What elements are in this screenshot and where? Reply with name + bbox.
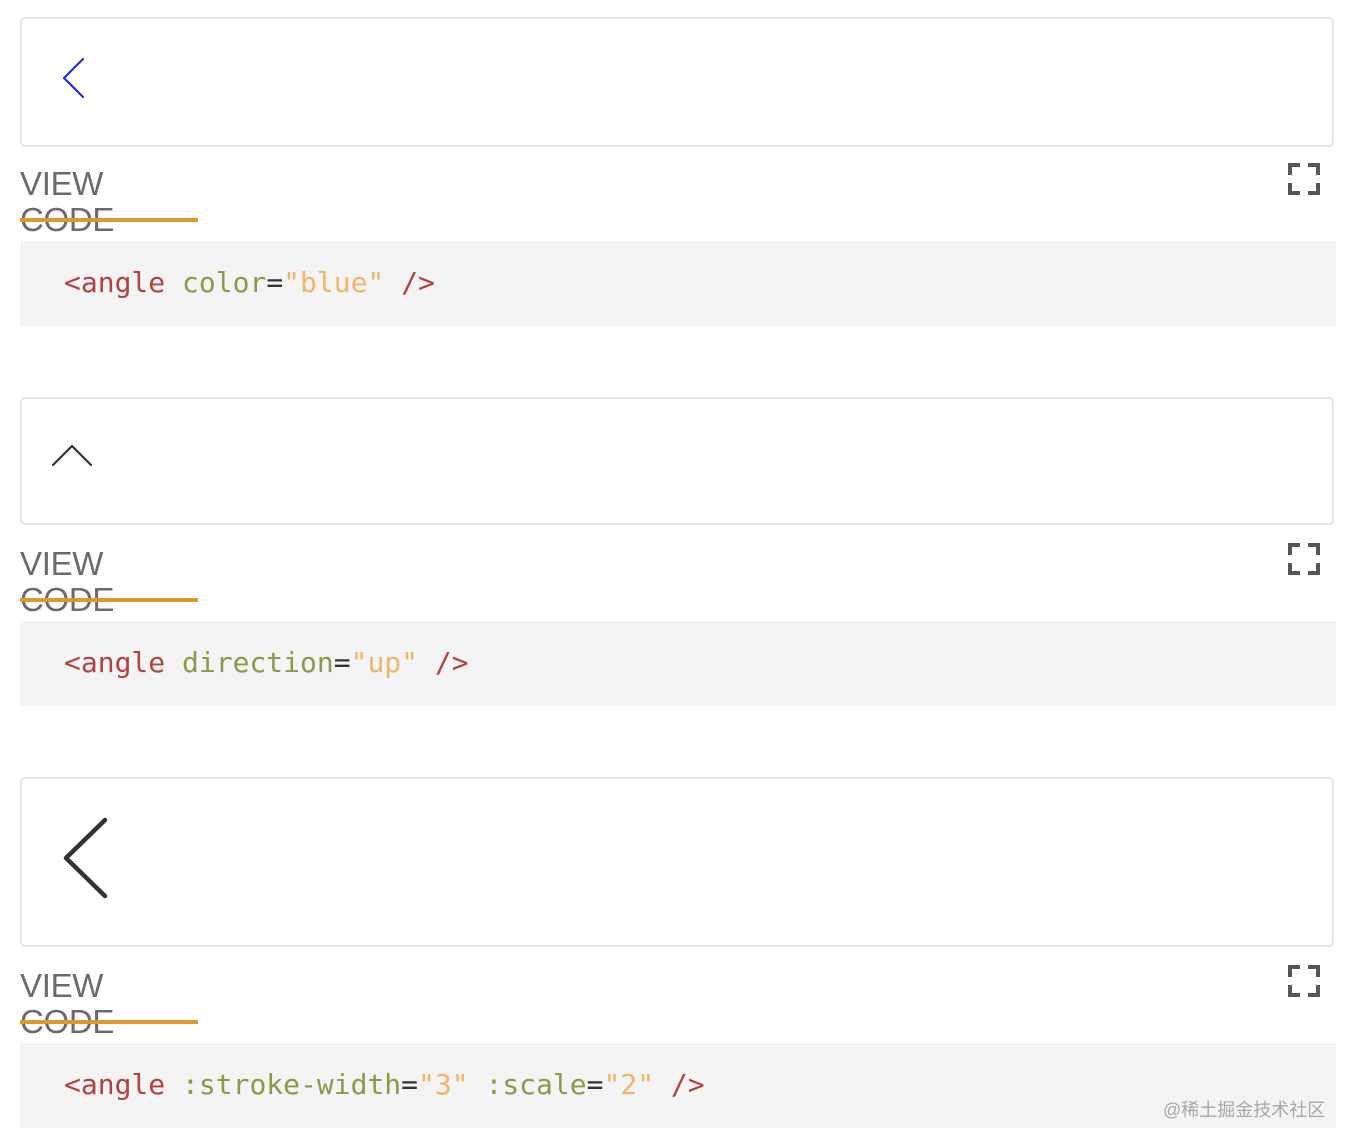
code-attr-value: "blue" xyxy=(283,266,385,299)
code-block-2: <angle direction="up" /> xyxy=(20,621,1336,706)
code-block-1: <angle color="blue" /> xyxy=(20,241,1336,326)
fullscreen-button-2[interactable] xyxy=(1288,543,1320,575)
code-attr-name: :scale xyxy=(485,1068,587,1101)
angle-left-icon xyxy=(62,57,85,99)
code-equals: = xyxy=(333,646,351,679)
code-attr-name: color xyxy=(182,266,267,299)
fullscreen-button-3[interactable] xyxy=(1288,965,1320,997)
code-attr-value: "3" xyxy=(418,1068,469,1101)
demo-preview-2 xyxy=(20,397,1334,525)
angle-left-large-icon xyxy=(63,817,108,899)
fullscreen-icon xyxy=(1288,543,1320,575)
code-tag-close: /> xyxy=(434,646,469,679)
code-attr-name: direction xyxy=(182,646,334,679)
view-code-tab-1[interactable]: VIEW CODE xyxy=(20,166,198,238)
code-equals: = xyxy=(266,266,284,299)
code-line-2: <angle direction="up" /> xyxy=(64,643,469,683)
fullscreen-button-1[interactable] xyxy=(1288,163,1320,195)
code-line-3: <angle :stroke-width="3" :scale="2" /> xyxy=(64,1065,705,1105)
demo-preview-1 xyxy=(20,17,1334,147)
view-code-tab-2[interactable]: VIEW CODE xyxy=(20,546,198,618)
view-code-underline-3 xyxy=(20,1020,198,1024)
demo-preview-3 xyxy=(20,777,1334,947)
code-block-3: <angle :stroke-width="3" :scale="2" /> xyxy=(20,1043,1336,1128)
code-tag-open: <angle xyxy=(64,1068,166,1101)
code-tag-open: <angle xyxy=(64,646,166,679)
code-line-1: <angle color="blue" /> xyxy=(64,263,435,303)
view-code-underline-1 xyxy=(20,218,198,222)
code-equals: = xyxy=(586,1068,604,1101)
code-attr-value: "up" xyxy=(350,646,419,679)
code-tag-close: /> xyxy=(401,266,435,299)
angle-up-icon xyxy=(51,444,93,467)
code-attr-value: "2" xyxy=(603,1068,655,1101)
view-code-tab-3[interactable]: VIEW CODE xyxy=(20,968,198,1040)
view-code-underline-2 xyxy=(20,598,198,602)
code-equals: = xyxy=(401,1068,419,1101)
fullscreen-icon xyxy=(1288,163,1320,195)
code-tag-open: <angle xyxy=(64,266,166,299)
watermark: @稀土掘金技术社区 xyxy=(1163,1100,1326,1120)
code-attr-name: :stroke-width xyxy=(182,1068,402,1101)
code-tag-close: /> xyxy=(670,1068,705,1101)
fullscreen-icon xyxy=(1288,965,1320,997)
